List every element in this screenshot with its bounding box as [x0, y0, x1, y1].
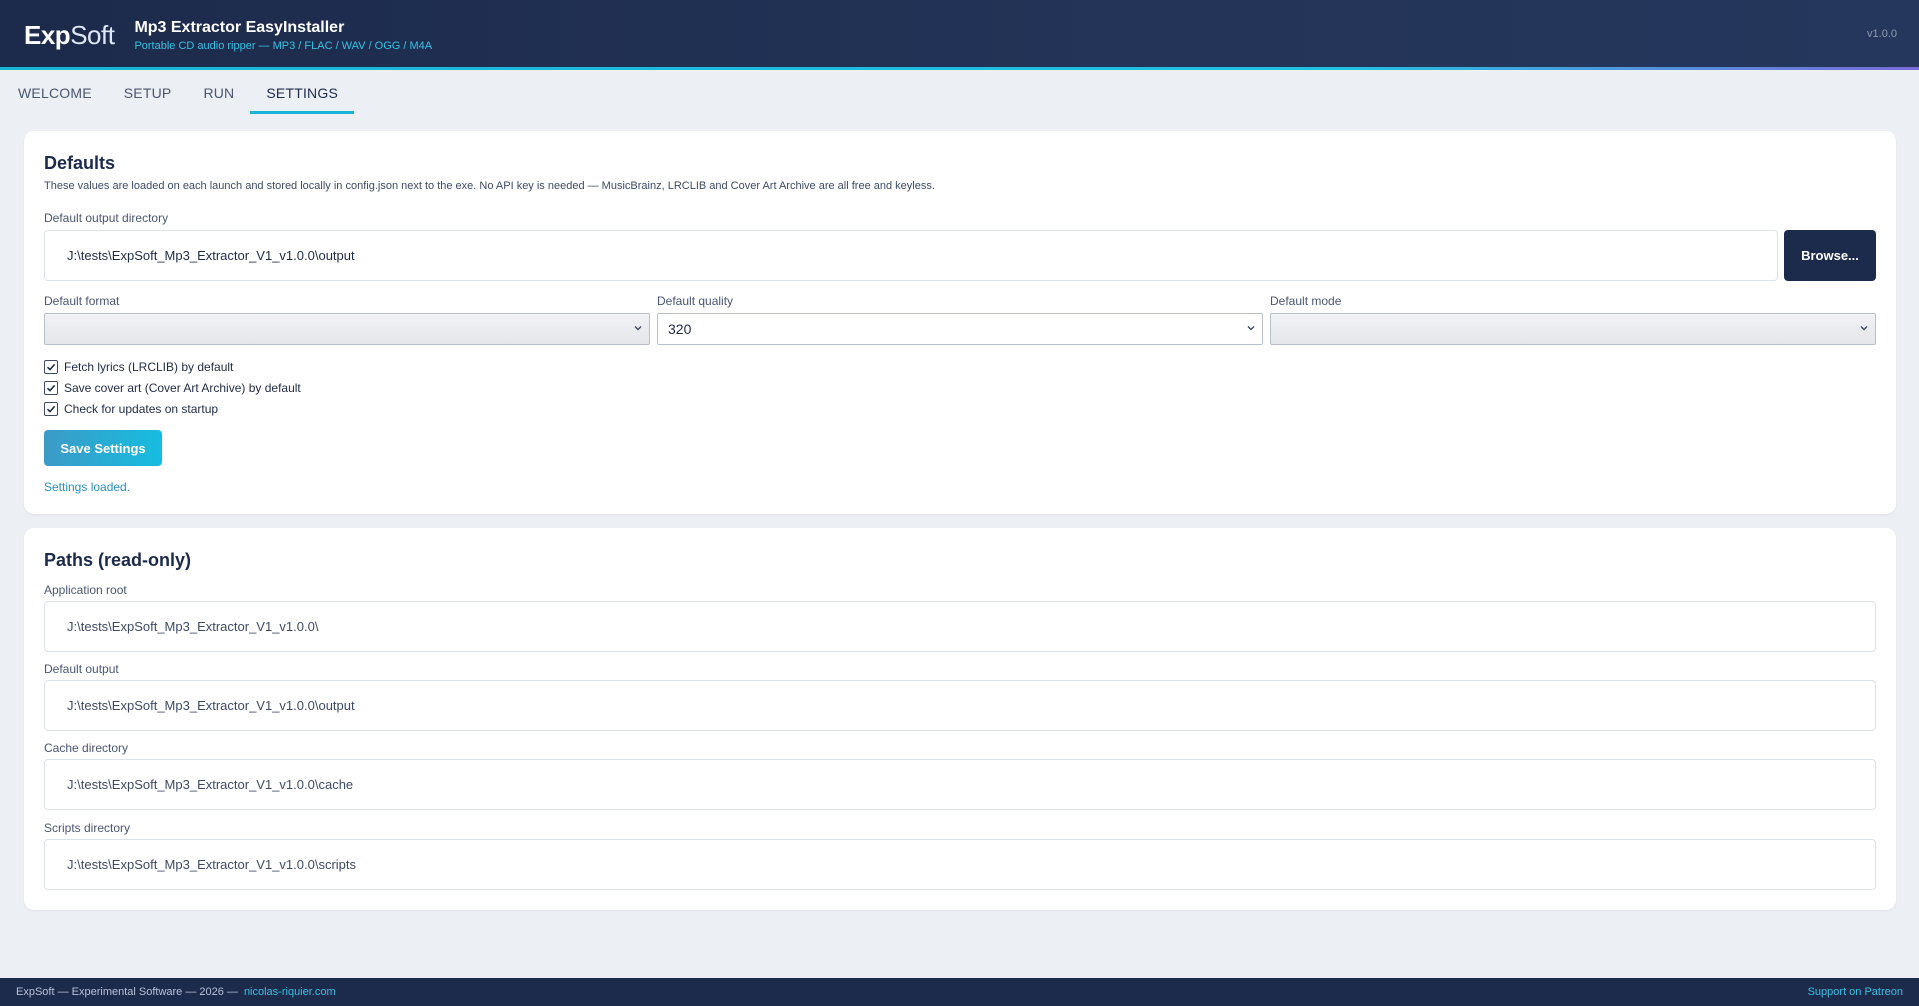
chevron-down-icon	[1860, 326, 1868, 331]
defaults-title: Defaults	[44, 153, 116, 173]
cache-dir-field[interactable]	[44, 759, 1876, 810]
paths-card: Paths (read-only) Application root Defau…	[24, 528, 1896, 910]
tab-settings[interactable]: SETTINGS	[250, 70, 354, 116]
format-select[interactable]	[44, 313, 650, 345]
checkmark-icon	[46, 384, 56, 392]
browse-button[interactable]: Browse...	[1784, 230, 1876, 281]
quality-select-value: 320	[668, 321, 692, 337]
save-settings-button[interactable]: Save Settings	[44, 430, 162, 466]
app-title: Mp3 Extractor EasyInstaller	[134, 18, 345, 36]
updates-checkbox[interactable]	[44, 402, 58, 416]
footer-website-link[interactable]: nicolas-riquier.com	[244, 986, 336, 998]
footer-text: ExpSoft — Experimental Software — 2026 —	[16, 986, 238, 998]
checkmark-icon	[46, 405, 56, 413]
scripts-dir-field[interactable]	[44, 839, 1876, 890]
defaults-card: Defaults These values are loaded on each…	[24, 131, 1896, 514]
output-dir-label: Default output directory	[44, 211, 169, 225]
app-header: Exp Soft Mp3 Extractor EasyInstaller Port…	[0, 0, 1919, 70]
scripts-dir-label: Scripts directory	[44, 821, 131, 835]
tab-welcome[interactable]: WELCOME	[18, 70, 92, 116]
lyrics-checkbox-label: Fetch lyrics (LRCLIB) by default	[64, 360, 234, 374]
updates-checkbox-label: Check for updates on startup	[64, 402, 219, 416]
tab-run[interactable]: RUN	[203, 70, 234, 116]
app-footer: ExpSoft — Experimental Software — 2026 —…	[0, 978, 1919, 1006]
updates-checkbox-row: Check for updates on startup	[44, 400, 218, 418]
version-label: v1.0.0	[1867, 28, 1897, 40]
mode-select[interactable]	[1270, 313, 1876, 345]
tab-bar: WELCOME SETUP RUN SETTINGS	[0, 70, 1919, 116]
default-output-field[interactable]	[44, 680, 1876, 731]
tab-setup[interactable]: SETUP	[124, 70, 172, 116]
logo-soft-text: Soft	[70, 19, 115, 50]
chevron-down-icon	[634, 326, 642, 331]
app-root-field[interactable]	[44, 601, 1876, 652]
mode-label: Default mode	[1270, 294, 1342, 308]
app-subtitle: Portable CD audio ripper — MP3 / FLAC / …	[134, 39, 433, 52]
quality-label: Default quality	[657, 294, 734, 308]
cover-art-checkbox-row: Save cover art (Cover Art Archive) by de…	[44, 379, 301, 397]
format-label: Default format	[44, 294, 120, 308]
lyrics-checkbox-row: Fetch lyrics (LRCLIB) by default	[44, 358, 233, 376]
patreon-link[interactable]: Support on Patreon	[1808, 986, 1903, 998]
default-output-label: Default output	[44, 662, 119, 676]
cache-dir-label: Cache directory	[44, 741, 129, 755]
chevron-down-icon	[1247, 326, 1255, 331]
output-dir-input[interactable]	[44, 230, 1778, 281]
logo-exp-text: Exp	[24, 19, 71, 50]
lyrics-checkbox[interactable]	[44, 360, 58, 374]
checkmark-icon	[46, 363, 56, 371]
cover-art-checkbox-label: Save cover art (Cover Art Archive) by de…	[64, 381, 301, 395]
app-root-label: Application root	[44, 583, 127, 597]
paths-title: Paths (read-only)	[44, 550, 192, 570]
quality-select[interactable]: 320	[657, 313, 1263, 345]
settings-status: Settings loaded.	[44, 480, 131, 494]
cover-art-checkbox[interactable]	[44, 381, 58, 395]
title-block: Mp3 Extractor EasyInstaller Portable CD …	[134, 19, 432, 52]
defaults-description: These values are loaded on each launch a…	[44, 180, 935, 192]
expsoft-logo: Exp Soft	[24, 19, 115, 51]
